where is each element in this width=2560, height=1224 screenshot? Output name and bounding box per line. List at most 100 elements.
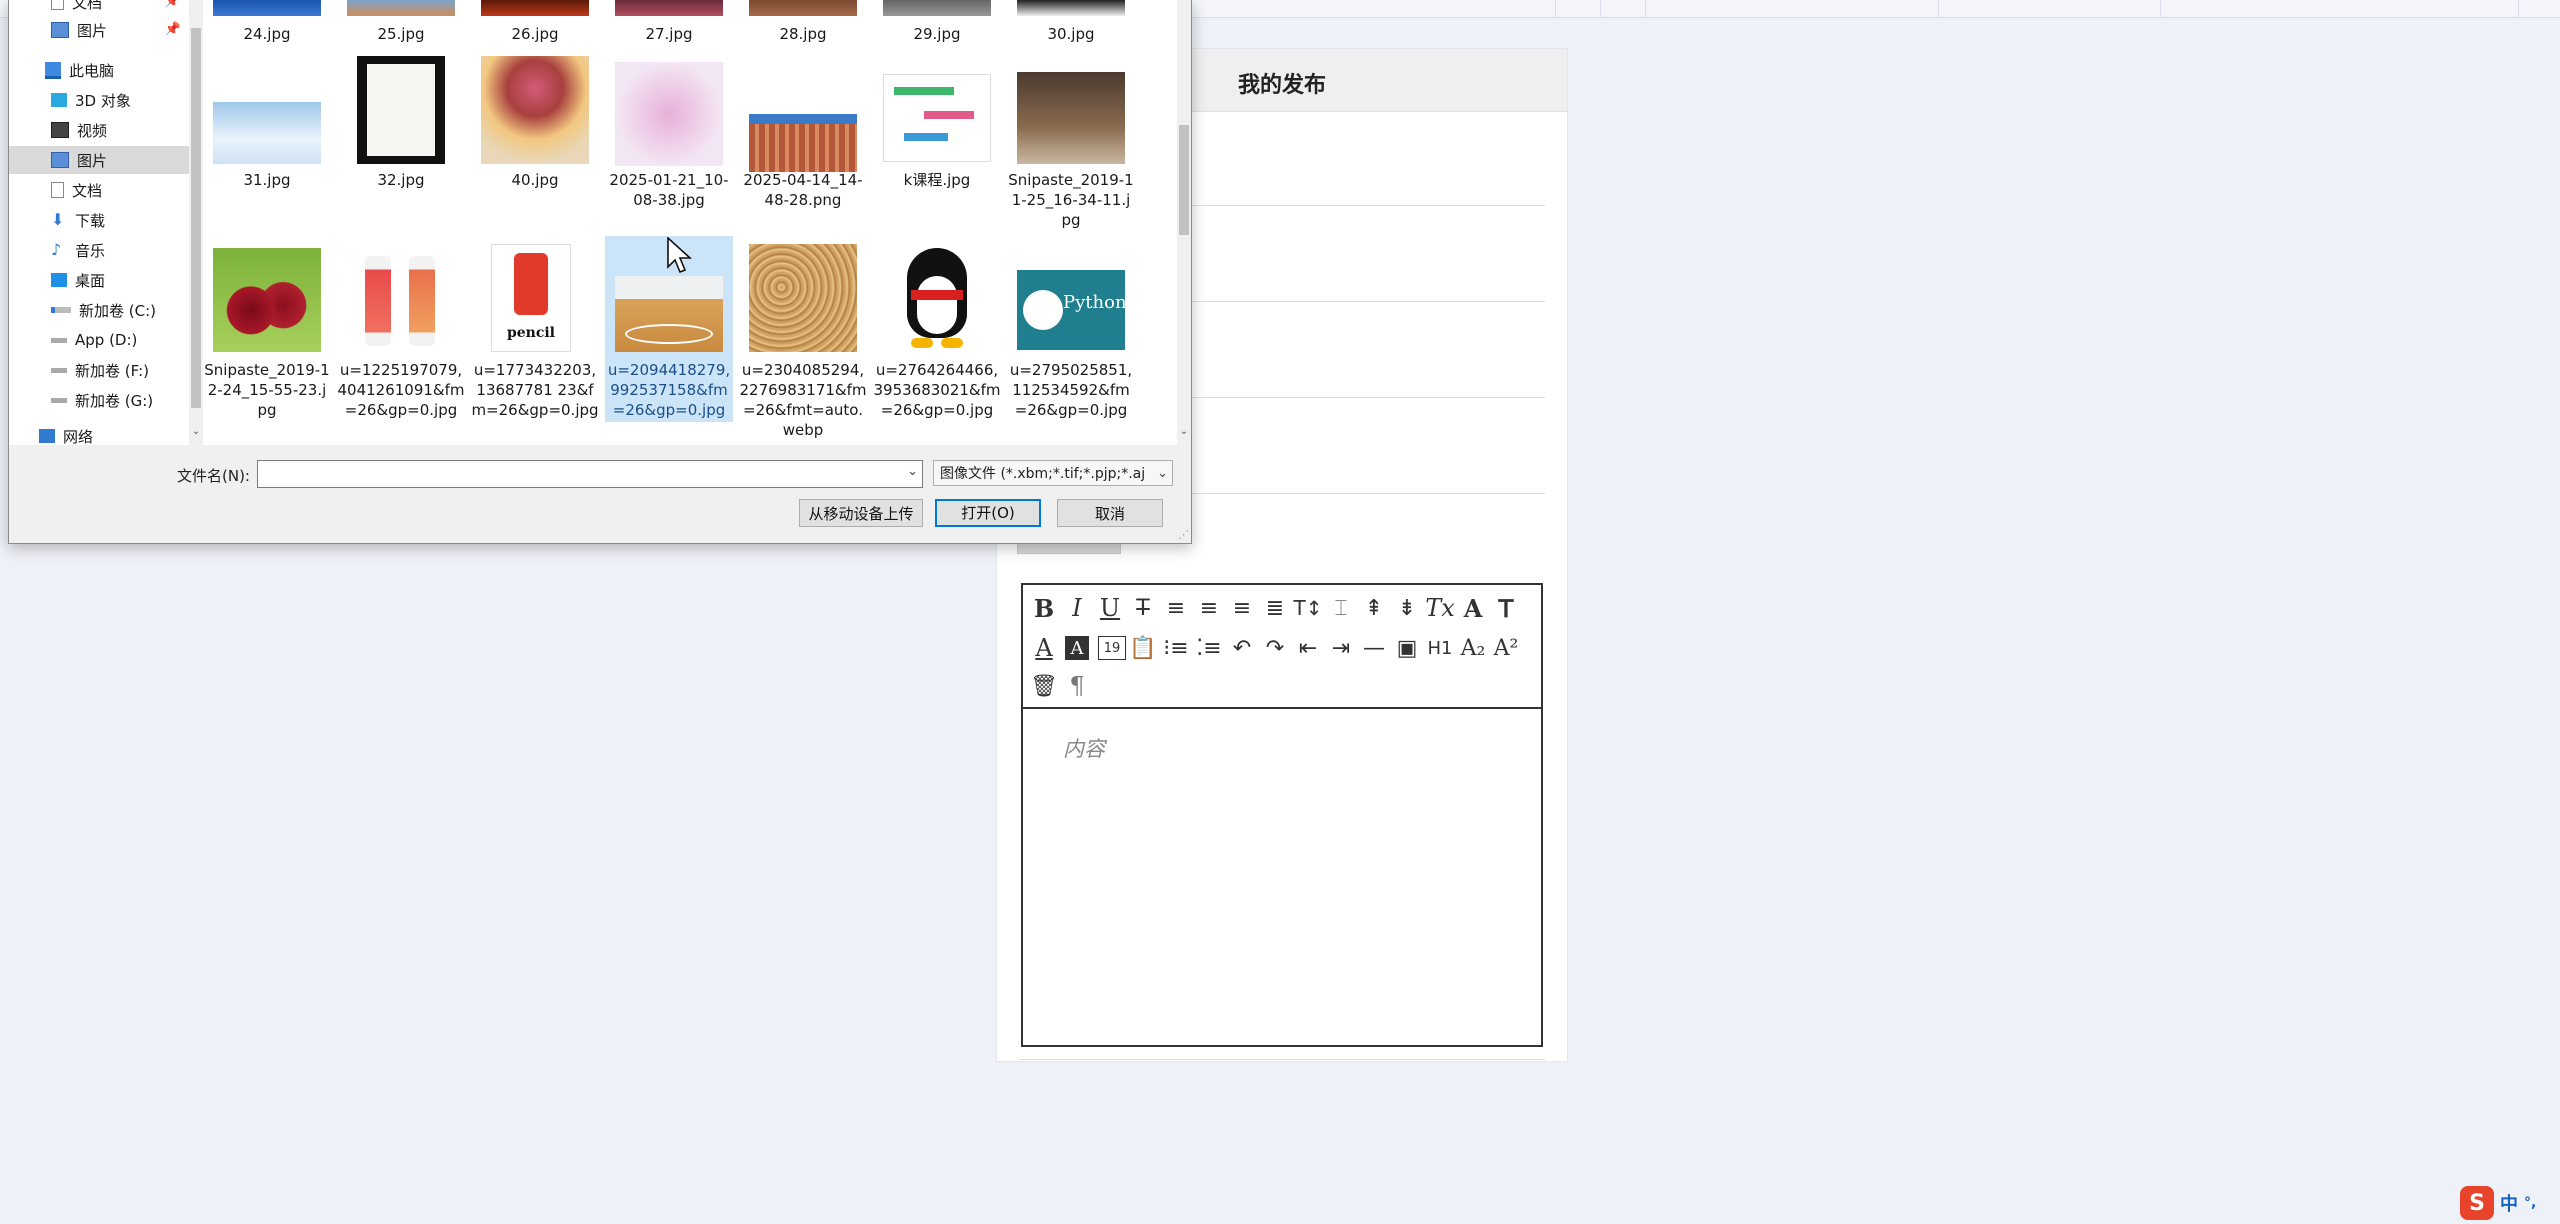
superscript-icon[interactable]: A² bbox=[1491, 633, 1521, 663]
nav-scrollbar-thumb[interactable] bbox=[191, 28, 201, 408]
file-item[interactable]: 31.jpg bbox=[203, 52, 331, 238]
bold-icon[interactable]: B bbox=[1029, 593, 1059, 623]
thumbnail-caption: Python bbox=[1063, 292, 1125, 313]
scroll-down-icon[interactable]: ⌄ bbox=[1177, 426, 1191, 437]
font-icon[interactable]: A bbox=[1458, 593, 1488, 623]
ime-punctuation[interactable]: °, bbox=[2524, 1195, 2536, 1211]
nav-item-this-pc[interactable]: 此电脑 bbox=[9, 56, 189, 84]
nav-item-documents[interactable]: 文档 bbox=[9, 176, 189, 204]
file-item[interactable]: Python u=2795025851,112534592&fm=26&gp=0… bbox=[1007, 240, 1135, 440]
clipboard-icon[interactable]: 📋 bbox=[1128, 633, 1158, 663]
file-thumbnail bbox=[615, 62, 723, 166]
chevron-down-icon[interactable]: ⌄ bbox=[1157, 461, 1168, 485]
horizontal-rule-icon[interactable]: — bbox=[1359, 633, 1389, 663]
file-thumbnail: pencil bbox=[491, 244, 571, 352]
underline-icon[interactable]: U bbox=[1095, 593, 1125, 623]
nav-item-documents-quick[interactable]: 文档 📌 bbox=[9, 0, 189, 16]
file-item[interactable]: 2025-04-14_14-48-28.png bbox=[739, 52, 867, 238]
file-item[interactable]: 2025-01-21_10-08-38.jpg bbox=[605, 52, 733, 238]
nav-item-music[interactable]: ♪ 音乐 bbox=[9, 236, 189, 264]
nav-item-pictures[interactable]: 图片 bbox=[9, 146, 189, 174]
nav-item-videos[interactable]: 视频 bbox=[9, 116, 189, 144]
nav-item-3d-objects[interactable]: 3D 对象 bbox=[9, 86, 189, 114]
file-item[interactable]: pencil u=1773432203,13687781 23&fm=26&gp… bbox=[471, 240, 599, 440]
redo-icon[interactable]: ↷ bbox=[1260, 633, 1290, 663]
file-thumbnail bbox=[615, 0, 723, 16]
cancel-button[interactable]: 取消 bbox=[1057, 499, 1163, 527]
delete-icon[interactable]: 🗑 bbox=[1029, 671, 1059, 701]
filename-input[interactable]: ⌄ bbox=[257, 460, 923, 488]
paragraph-icon[interactable]: ¶ bbox=[1062, 671, 1092, 701]
chevron-down-icon[interactable]: ⌄ bbox=[907, 464, 918, 479]
ordered-list-icon[interactable]: ⁝≡ bbox=[1161, 633, 1191, 663]
file-item[interactable]: 26.jpg bbox=[471, 0, 599, 48]
font-size-icon[interactable]: ꓔ bbox=[1491, 593, 1521, 623]
file-item[interactable]: 28.jpg bbox=[739, 0, 867, 48]
open-button[interactable]: 打开(O) bbox=[935, 499, 1041, 527]
file-item[interactable]: 40.jpg bbox=[471, 52, 599, 238]
indent-bottom-icon[interactable]: ⇟ bbox=[1392, 593, 1422, 623]
ime-mode[interactable]: 中 bbox=[2500, 1190, 2518, 1216]
file-item[interactable]: Snipaste_2019-11-25_16-34-11.jpg bbox=[1007, 52, 1135, 238]
align-justify-icon[interactable]: ≣ bbox=[1260, 593, 1290, 623]
nav-item-drive-g[interactable]: 新加卷 (G:) bbox=[9, 386, 189, 414]
computer-icon bbox=[45, 61, 61, 79]
nav-item-drive-f[interactable]: 新加卷 (F:) bbox=[9, 356, 189, 384]
rich-text-editor[interactable]: B I U T ≡ ≡ ≡ ≣ T↕ ⌶ ⇞ ⇟ Tx A ꓔ A A 19 📋… bbox=[1021, 583, 1543, 1047]
mindmap-node bbox=[924, 111, 974, 119]
file-item[interactable]: 27.jpg bbox=[605, 0, 733, 48]
nav-item-network[interactable]: 网络 bbox=[9, 426, 189, 446]
nav-item-desktop[interactable]: 桌面 bbox=[9, 266, 189, 294]
nav-item-drive-d[interactable]: App (D:) bbox=[9, 326, 189, 354]
font-color-icon[interactable]: A bbox=[1029, 633, 1059, 663]
thumbnail-caption: pencil bbox=[506, 325, 556, 341]
file-item[interactable]: 25.jpg bbox=[337, 0, 465, 48]
file-item[interactable]: 29.jpg bbox=[873, 0, 1001, 48]
file-name: 2025-01-21_10-08-38.jpg bbox=[609, 171, 729, 209]
file-thumbnail bbox=[749, 114, 857, 172]
date-icon[interactable]: 19 bbox=[1098, 636, 1126, 660]
file-item[interactable]: k课程.jpg bbox=[873, 52, 1001, 238]
unordered-list-icon[interactable]: ⁚≡ bbox=[1194, 633, 1224, 663]
strikethrough-icon[interactable]: T bbox=[1128, 593, 1158, 623]
clear-format-icon[interactable]: Tx bbox=[1425, 593, 1455, 623]
align-center-icon[interactable]: ≡ bbox=[1194, 593, 1224, 623]
ime-indicator[interactable]: S 中 °, bbox=[2460, 1186, 2536, 1220]
nav-item-label: App (D:) bbox=[75, 331, 138, 349]
italic-icon[interactable]: I bbox=[1062, 593, 1092, 623]
sogou-logo-icon[interactable]: S bbox=[2460, 1186, 2494, 1220]
background-color-icon[interactable]: A bbox=[1065, 636, 1089, 660]
drive-icon bbox=[51, 337, 67, 343]
file-item[interactable]: u=2764264466,3953683021&fm=26&gp=0.jpg bbox=[873, 240, 1001, 440]
heading1-icon[interactable]: H1 bbox=[1425, 633, 1455, 663]
image-icon[interactable]: ▣ bbox=[1392, 633, 1422, 663]
file-scrollbar-thumb[interactable] bbox=[1179, 125, 1189, 235]
file-type-select[interactable]: 图像文件 (*.xbm;*.tif;*.pjp;*.aj ⌄ bbox=[933, 460, 1173, 486]
resize-grip-icon[interactable]: ⋰ bbox=[1178, 528, 1189, 541]
align-right-icon[interactable]: ≡ bbox=[1227, 593, 1257, 623]
outdent-icon[interactable]: ⇤ bbox=[1293, 633, 1323, 663]
line-height-icon[interactable]: ⌶ bbox=[1326, 593, 1356, 623]
scroll-down-icon[interactable]: ⌄ bbox=[189, 426, 203, 437]
file-item[interactable]: u=2304085294,2276983171&fm=26&fmt=auto.w… bbox=[739, 240, 867, 440]
desktop-icon bbox=[51, 273, 67, 287]
file-scrollbar[interactable]: ⌄ bbox=[1177, 0, 1191, 445]
pin-icon: 📌 bbox=[164, 22, 181, 37]
indent-icon[interactable]: ⇥ bbox=[1326, 633, 1356, 663]
upload-from-mobile-button[interactable]: 从移动设备上传 bbox=[799, 499, 923, 527]
subscript-icon[interactable]: A₂ bbox=[1458, 633, 1488, 663]
file-item[interactable]: Snipaste_2019-12-24_15-55-23.jpg bbox=[203, 240, 331, 440]
file-item[interactable]: 30.jpg bbox=[1007, 0, 1135, 48]
file-item[interactable]: u=1225197079,4041261091&fm=26&gp=0.jpg bbox=[337, 240, 465, 440]
undo-icon[interactable]: ↶ bbox=[1227, 633, 1257, 663]
align-left-icon[interactable]: ≡ bbox=[1161, 593, 1191, 623]
text-size-icon[interactable]: T↕ bbox=[1293, 593, 1323, 623]
nav-item-pictures-quick[interactable]: 图片 📌 bbox=[9, 16, 189, 44]
nav-item-label: 3D 对象 bbox=[75, 91, 131, 110]
nav-scrollbar[interactable]: ⌄ bbox=[189, 0, 203, 445]
nav-item-downloads[interactable]: ⬇ 下载 bbox=[9, 206, 189, 234]
file-item[interactable]: 32.jpg bbox=[337, 52, 465, 238]
indent-top-icon[interactable]: ⇞ bbox=[1359, 593, 1389, 623]
nav-item-drive-c[interactable]: 新加卷 (C:) bbox=[9, 296, 189, 324]
file-item[interactable]: 24.jpg bbox=[203, 0, 331, 48]
